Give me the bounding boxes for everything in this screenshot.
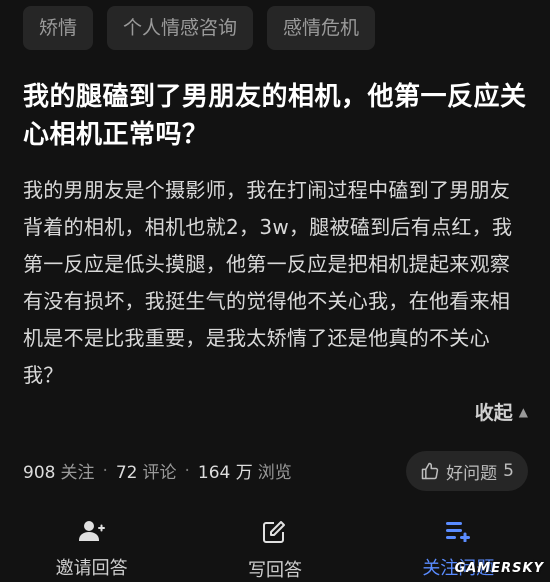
view-stat: 164 万 浏览 (198, 458, 292, 483)
follow-label: 关注 (60, 463, 95, 483)
comment-label: 评论 (142, 463, 177, 483)
invite-answer-label: 邀请回答 (55, 558, 128, 579)
follow-count: 908 (23, 463, 56, 483)
comment-count: 72 (115, 463, 138, 483)
watermark-logo: GAMERSKY (454, 561, 544, 576)
topic-tags: 矫情 个人情感咨询 感情危机 (23, 6, 376, 50)
topic-tag[interactable]: 感情危机 (267, 6, 376, 50)
topic-tag[interactable]: 矫情 (23, 6, 94, 50)
caret-up-icon: ▲ (518, 404, 528, 419)
collapse-label: 收起 (474, 402, 513, 424)
question-title: 我的腿磕到了男朋友的相机，他第一反应关心相机正常吗？ (23, 82, 527, 150)
good-question-count: 5 (503, 461, 514, 481)
follow-list-icon (445, 520, 471, 546)
invite-answer-button[interactable]: 邀请回答 (22, 520, 162, 580)
comment-stat[interactable]: 72 评论 (116, 458, 177, 483)
view-count: 164 万 (197, 463, 253, 483)
follow-stat[interactable]: 908 关注 (23, 458, 94, 483)
question-body: 我的男朋友是个摄影师，我在打闹过程中磕到了男朋友背着的相机，相机也就2，3w，腿… (23, 178, 513, 387)
good-question-label: 好问题 (446, 463, 498, 484)
question-stats: 908 关注 · 72 评论 · 164 万 浏览 (23, 458, 292, 484)
separator-dot: · (184, 460, 190, 481)
edit-icon (262, 520, 288, 548)
thumbs-up-icon (420, 461, 440, 481)
write-answer-label: 写回答 (247, 560, 302, 581)
write-answer-button[interactable]: 写回答 (205, 520, 345, 582)
collapse-button[interactable]: 收起 ▲ (475, 398, 528, 425)
topic-tag[interactable]: 个人情感咨询 (107, 6, 254, 50)
good-question-button[interactable]: 好问题 5 (406, 451, 528, 491)
invite-user-icon (78, 520, 105, 546)
view-label: 浏览 (257, 463, 292, 483)
separator-dot: · (102, 460, 108, 481)
